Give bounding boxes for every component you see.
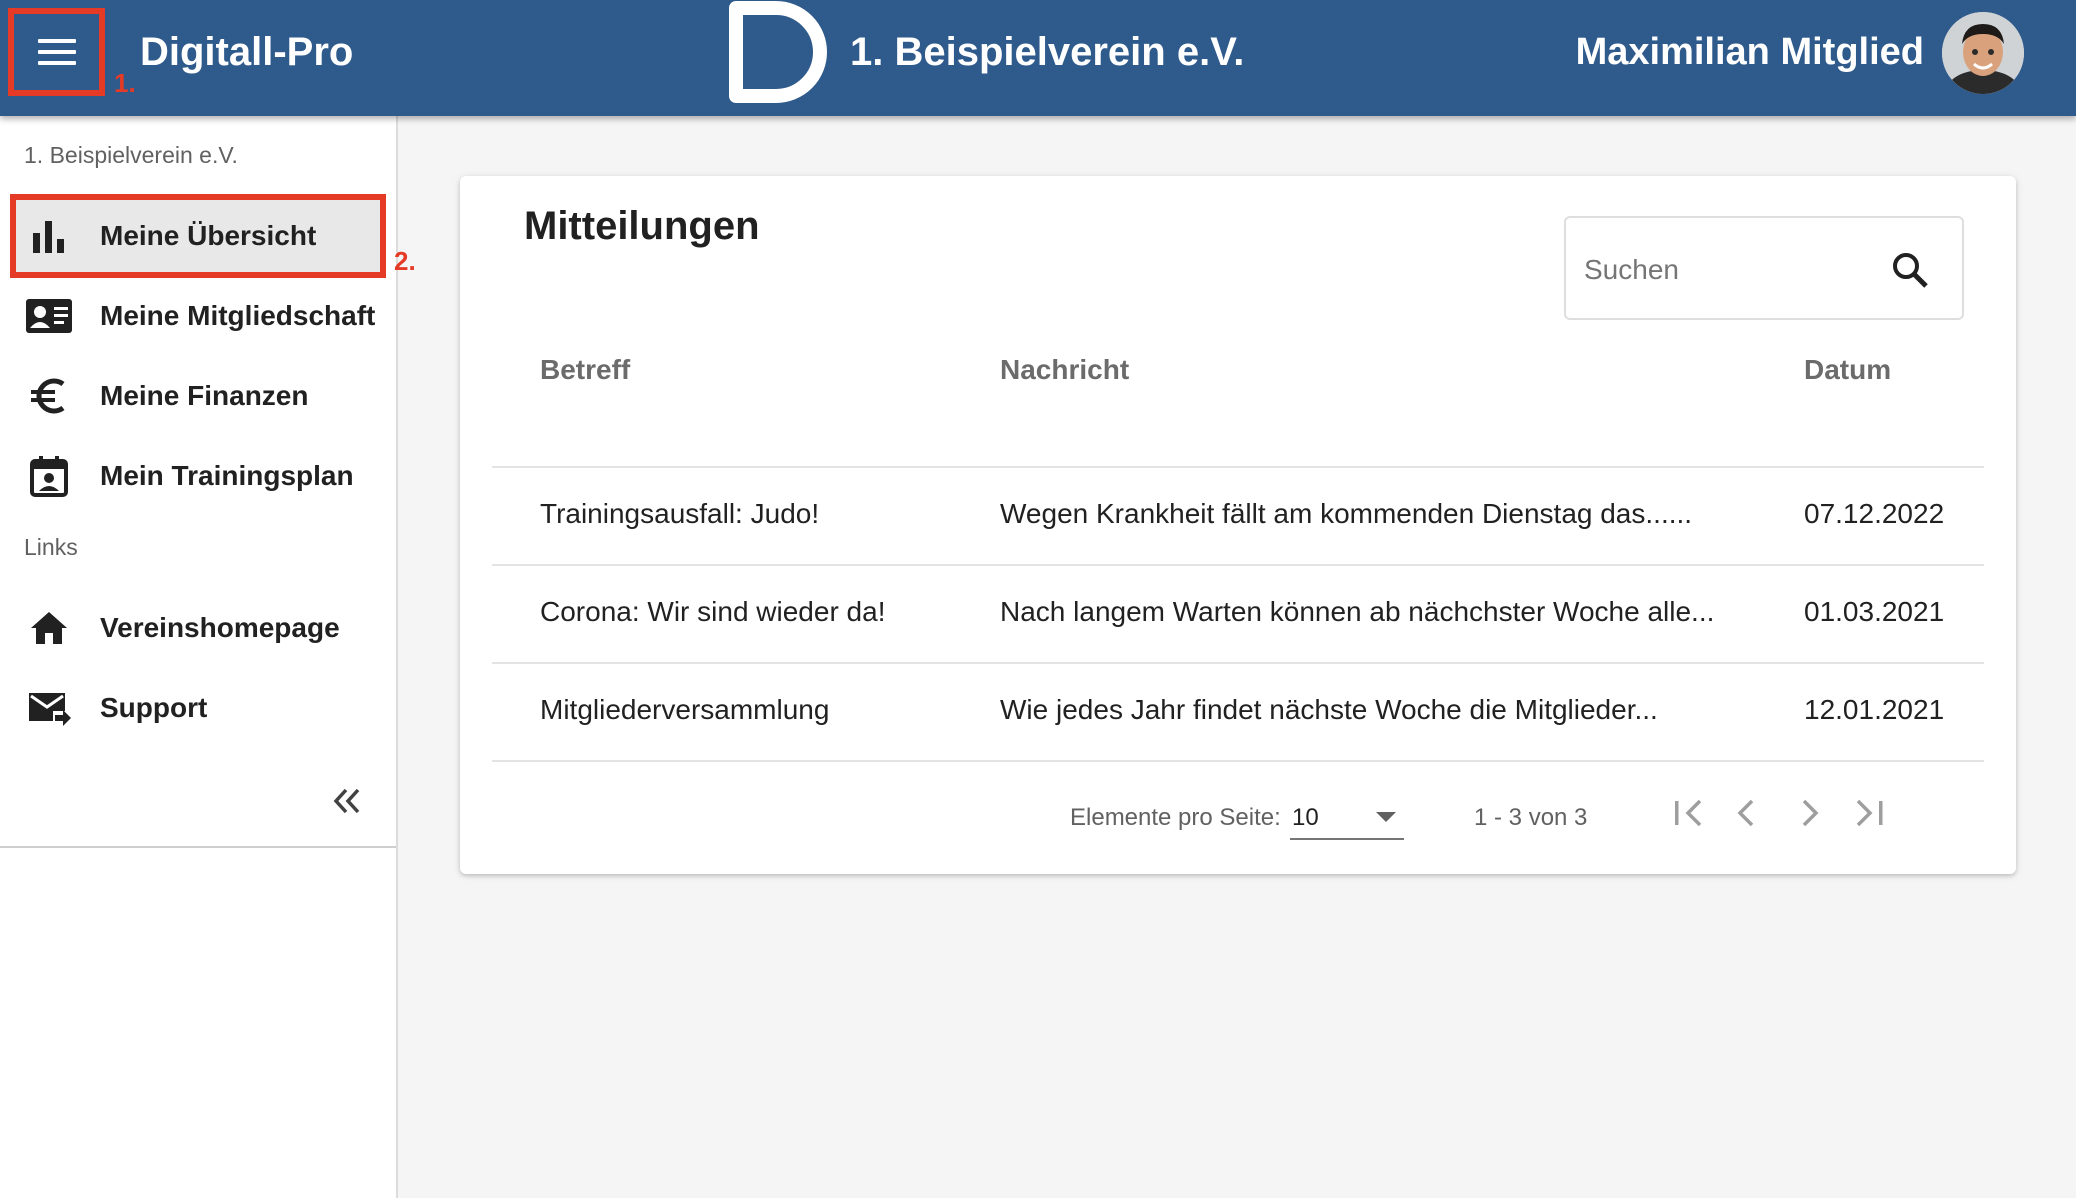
sidebar: 1. Beispielverein e.V. Meine Übersicht 2… — [0, 116, 416, 1198]
next-page-button[interactable] — [1786, 790, 1832, 836]
last-page-button[interactable] — [1846, 790, 1892, 836]
sidebar-item-finances[interactable]: Meine Finanzen — [10, 356, 386, 436]
table-divider — [492, 564, 1984, 566]
sidebar-item-label: Meine Mitgliedschaft — [100, 300, 376, 331]
last-page-icon — [1856, 799, 1883, 827]
items-per-page-label: Elemente pro Seite: — [1070, 804, 1281, 831]
chevron-right-icon — [1802, 799, 1819, 827]
mail-forward-icon — [24, 683, 74, 733]
table-cell-message[interactable]: Wegen Krankheit fällt am kommenden Diens… — [1000, 498, 1692, 530]
sidebar-item-overview[interactable]: Meine Übersicht — [10, 196, 386, 276]
items-per-page-select[interactable]: 10 — [1290, 794, 1404, 840]
table-cell-date[interactable]: 07.12.2022 — [1804, 498, 1944, 530]
messages-card: Mitteilungen Betreff Nachricht Datum Tra… — [460, 176, 2016, 874]
sidebar-item-vereinshomepage[interactable]: Vereinshomepage — [10, 588, 386, 668]
first-page-icon — [1675, 799, 1702, 827]
pagination-range: 1 - 3 von 3 — [1474, 804, 1588, 831]
euro-icon — [24, 371, 74, 421]
items-per-page-value: 10 — [1292, 804, 1319, 831]
club-logo-icon — [729, 1, 827, 103]
table-divider — [492, 662, 1984, 664]
table-cell-subject[interactable]: Corona: Wir sind wieder da! — [540, 596, 885, 628]
menu-icon — [37, 39, 76, 65]
table-divider — [492, 466, 1984, 468]
sidebar-item-label: Mein Trainingsplan — [100, 460, 354, 491]
id-card-icon — [24, 291, 74, 341]
menu-button[interactable] — [12, 12, 101, 92]
sidebar-item-label: Vereinshomepage — [100, 612, 340, 643]
sidebar-section-club: 1. Beispielverein e.V. — [24, 142, 238, 168]
dropdown-arrow-icon — [1376, 812, 1396, 822]
table-cell-subject[interactable]: Trainingsausfall: Judo! — [540, 498, 819, 530]
sidebar-divider — [0, 846, 396, 848]
avatar-photo-icon — [1942, 12, 2024, 94]
sidebar-item-support[interactable]: Support — [10, 668, 386, 748]
column-header-datum[interactable]: Datum — [1804, 354, 1891, 386]
sidebar-item-label: Meine Übersicht — [100, 220, 317, 251]
club-name: 1. Beispielverein e.V. — [850, 30, 1245, 74]
annotation-step-2: 2. — [394, 246, 416, 276]
search-field[interactable] — [1564, 216, 1964, 320]
table-cell-subject[interactable]: Mitgliederversammlung — [540, 694, 829, 726]
bar-chart-icon — [24, 211, 74, 261]
sidebar-item-label: Support — [100, 692, 208, 723]
sidebar-section-links: Links — [24, 534, 78, 560]
double-chevron-left-icon — [333, 788, 360, 814]
home-icon — [24, 603, 74, 653]
sidebar-item-trainingsplan[interactable]: Mein Trainingsplan — [10, 436, 386, 516]
table-cell-date[interactable]: 12.01.2021 — [1804, 694, 1944, 726]
table-cell-date[interactable]: 01.03.2021 — [1804, 596, 1944, 628]
table-cell-message[interactable]: Wie jedes Jahr findet nächste Woche die … — [1000, 694, 1658, 726]
sidebar-item-label: Meine Finanzen — [100, 380, 309, 411]
user-name[interactable]: Maximilian Mitglied — [1576, 26, 1924, 78]
top-app-bar: 1. Digitall-Pro 1. Beispielverein e.V. M… — [0, 0, 2076, 116]
table-cell-message[interactable]: Nach langem Warten können ab nächchster … — [1000, 596, 1714, 628]
calendar-person-icon — [24, 451, 74, 501]
collapse-sidebar-button[interactable] — [322, 776, 372, 826]
avatar[interactable] — [1942, 12, 2024, 94]
search-input[interactable] — [1584, 248, 1884, 292]
column-header-betreff[interactable]: Betreff — [540, 354, 630, 386]
annotation-step-1: 1. — [114, 68, 136, 98]
table-divider — [492, 760, 1984, 762]
app-title: Digitall-Pro — [140, 30, 354, 74]
column-header-nachricht[interactable]: Nachricht — [1000, 354, 1129, 386]
search-icon[interactable] — [1888, 248, 1932, 292]
chevron-left-icon — [1737, 799, 1754, 827]
sidebar-item-membership[interactable]: Meine Mitgliedschaft — [10, 276, 386, 356]
previous-page-button[interactable] — [1724, 790, 1770, 836]
first-page-button[interactable] — [1666, 790, 1712, 836]
page-title: Mitteilungen — [524, 204, 760, 248]
